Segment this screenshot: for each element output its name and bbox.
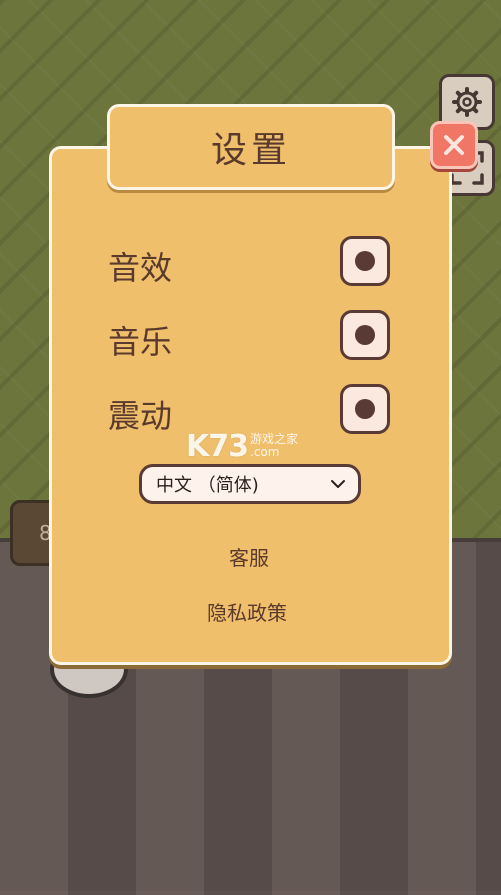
watermark-logo: K73	[186, 428, 249, 464]
music-label: 音乐	[108, 323, 173, 361]
close-button[interactable]	[430, 121, 478, 169]
sound-effects-toggle[interactable]	[340, 236, 390, 286]
sound-effects-label: 音效	[108, 249, 173, 287]
chevron-down-icon	[330, 479, 346, 489]
dialog-title: 设置	[210, 130, 291, 171]
customer-service-link[interactable]: 客服	[229, 542, 269, 571]
vibration-toggle[interactable]	[340, 384, 390, 434]
privacy-policy-link[interactable]: 隐私政策	[207, 597, 287, 626]
toggle-on-indicator	[355, 399, 375, 419]
dialog-title-tab: 设置	[107, 104, 395, 190]
site-watermark: K73 游戏之家 .com	[186, 428, 326, 464]
language-select-value: 中文 （简体)	[156, 475, 259, 496]
vibration-label: 震动	[108, 397, 173, 435]
toggle-on-indicator	[355, 251, 375, 271]
toggle-on-indicator	[355, 325, 375, 345]
close-icon	[444, 135, 464, 155]
language-select[interactable]: 中文 （简体)	[139, 464, 361, 504]
watermark-line2: .com	[250, 445, 280, 459]
music-toggle[interactable]	[340, 310, 390, 360]
